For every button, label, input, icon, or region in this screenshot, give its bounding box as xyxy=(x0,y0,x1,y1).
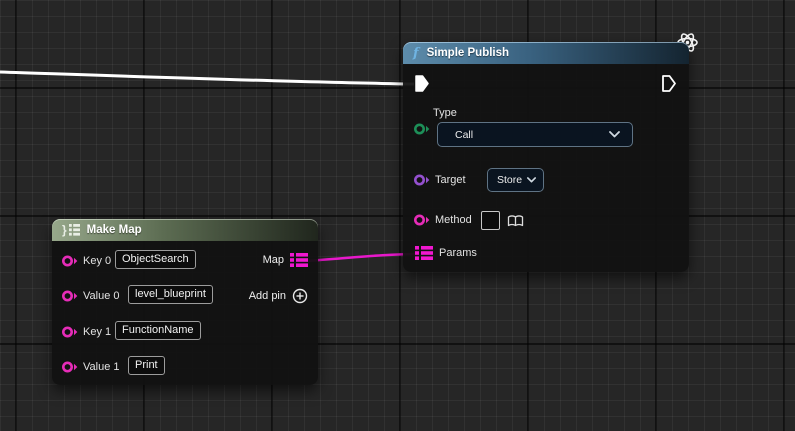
value0-text-field[interactable]: level_blueprint xyxy=(128,285,213,304)
target-dropdown[interactable]: Store xyxy=(487,168,544,192)
key0-pin[interactable] xyxy=(61,254,78,268)
target-pin-label: Target xyxy=(435,174,466,187)
node-simple-publish[interactable]: f Simple Publish Type Call Target Store xyxy=(403,42,689,272)
value1-text-field[interactable]: Print xyxy=(128,356,165,375)
params-data-wire[interactable] xyxy=(307,254,418,261)
make-map-icon: } xyxy=(62,224,80,236)
blueprint-graph-canvas[interactable]: f Simple Publish Type Call Target Store xyxy=(0,0,795,431)
target-dropdown-value: Store xyxy=(497,174,522,186)
book-icon[interactable] xyxy=(507,215,524,228)
chevron-down-icon xyxy=(609,131,620,138)
key1-label: Key 1 xyxy=(83,326,111,339)
method-text-field[interactable] xyxy=(481,211,500,230)
target-pin[interactable] xyxy=(413,173,430,187)
params-map-pin[interactable] xyxy=(415,246,433,260)
type-pin-label: Type xyxy=(433,107,457,120)
simple-publish-header[interactable]: f Simple Publish xyxy=(403,42,689,64)
map-output-pin[interactable] xyxy=(290,253,308,267)
method-pin[interactable] xyxy=(413,213,430,227)
map-output-label: Map xyxy=(263,253,284,267)
chevron-down-icon xyxy=(527,177,536,183)
key0-label: Key 0 xyxy=(83,255,111,268)
key1-pin[interactable] xyxy=(61,325,78,339)
type-pin[interactable] xyxy=(413,122,430,136)
type-dropdown[interactable]: Call xyxy=(437,122,633,147)
type-dropdown-value: Call xyxy=(455,129,473,141)
key1-text-field[interactable]: FunctionName xyxy=(115,321,201,340)
method-pin-label: Method xyxy=(435,214,472,227)
exec-wire[interactable] xyxy=(0,72,414,84)
key0-text-field[interactable]: ObjectSearch xyxy=(115,250,196,269)
add-pin-button[interactable]: Add pin xyxy=(249,288,308,304)
exec-out-pin[interactable] xyxy=(662,75,676,92)
make-map-header[interactable]: } Make Map xyxy=(52,219,318,241)
function-f-icon: f xyxy=(413,47,419,60)
node-make-map[interactable]: } Make Map Key 0 ObjectSearch Map xyxy=(52,219,318,385)
value0-label: Value 0 xyxy=(83,290,120,303)
value0-pin[interactable] xyxy=(61,289,78,303)
simple-publish-title: Simple Publish xyxy=(427,47,509,59)
add-pin-label: Add pin xyxy=(249,289,286,303)
params-pin-label: Params xyxy=(439,247,477,260)
make-map-title: Make Map xyxy=(87,224,142,236)
value1-pin[interactable] xyxy=(61,360,78,374)
value1-label: Value 1 xyxy=(83,361,120,374)
exec-in-pin[interactable] xyxy=(415,75,429,92)
add-pin-plus-icon xyxy=(292,288,308,304)
